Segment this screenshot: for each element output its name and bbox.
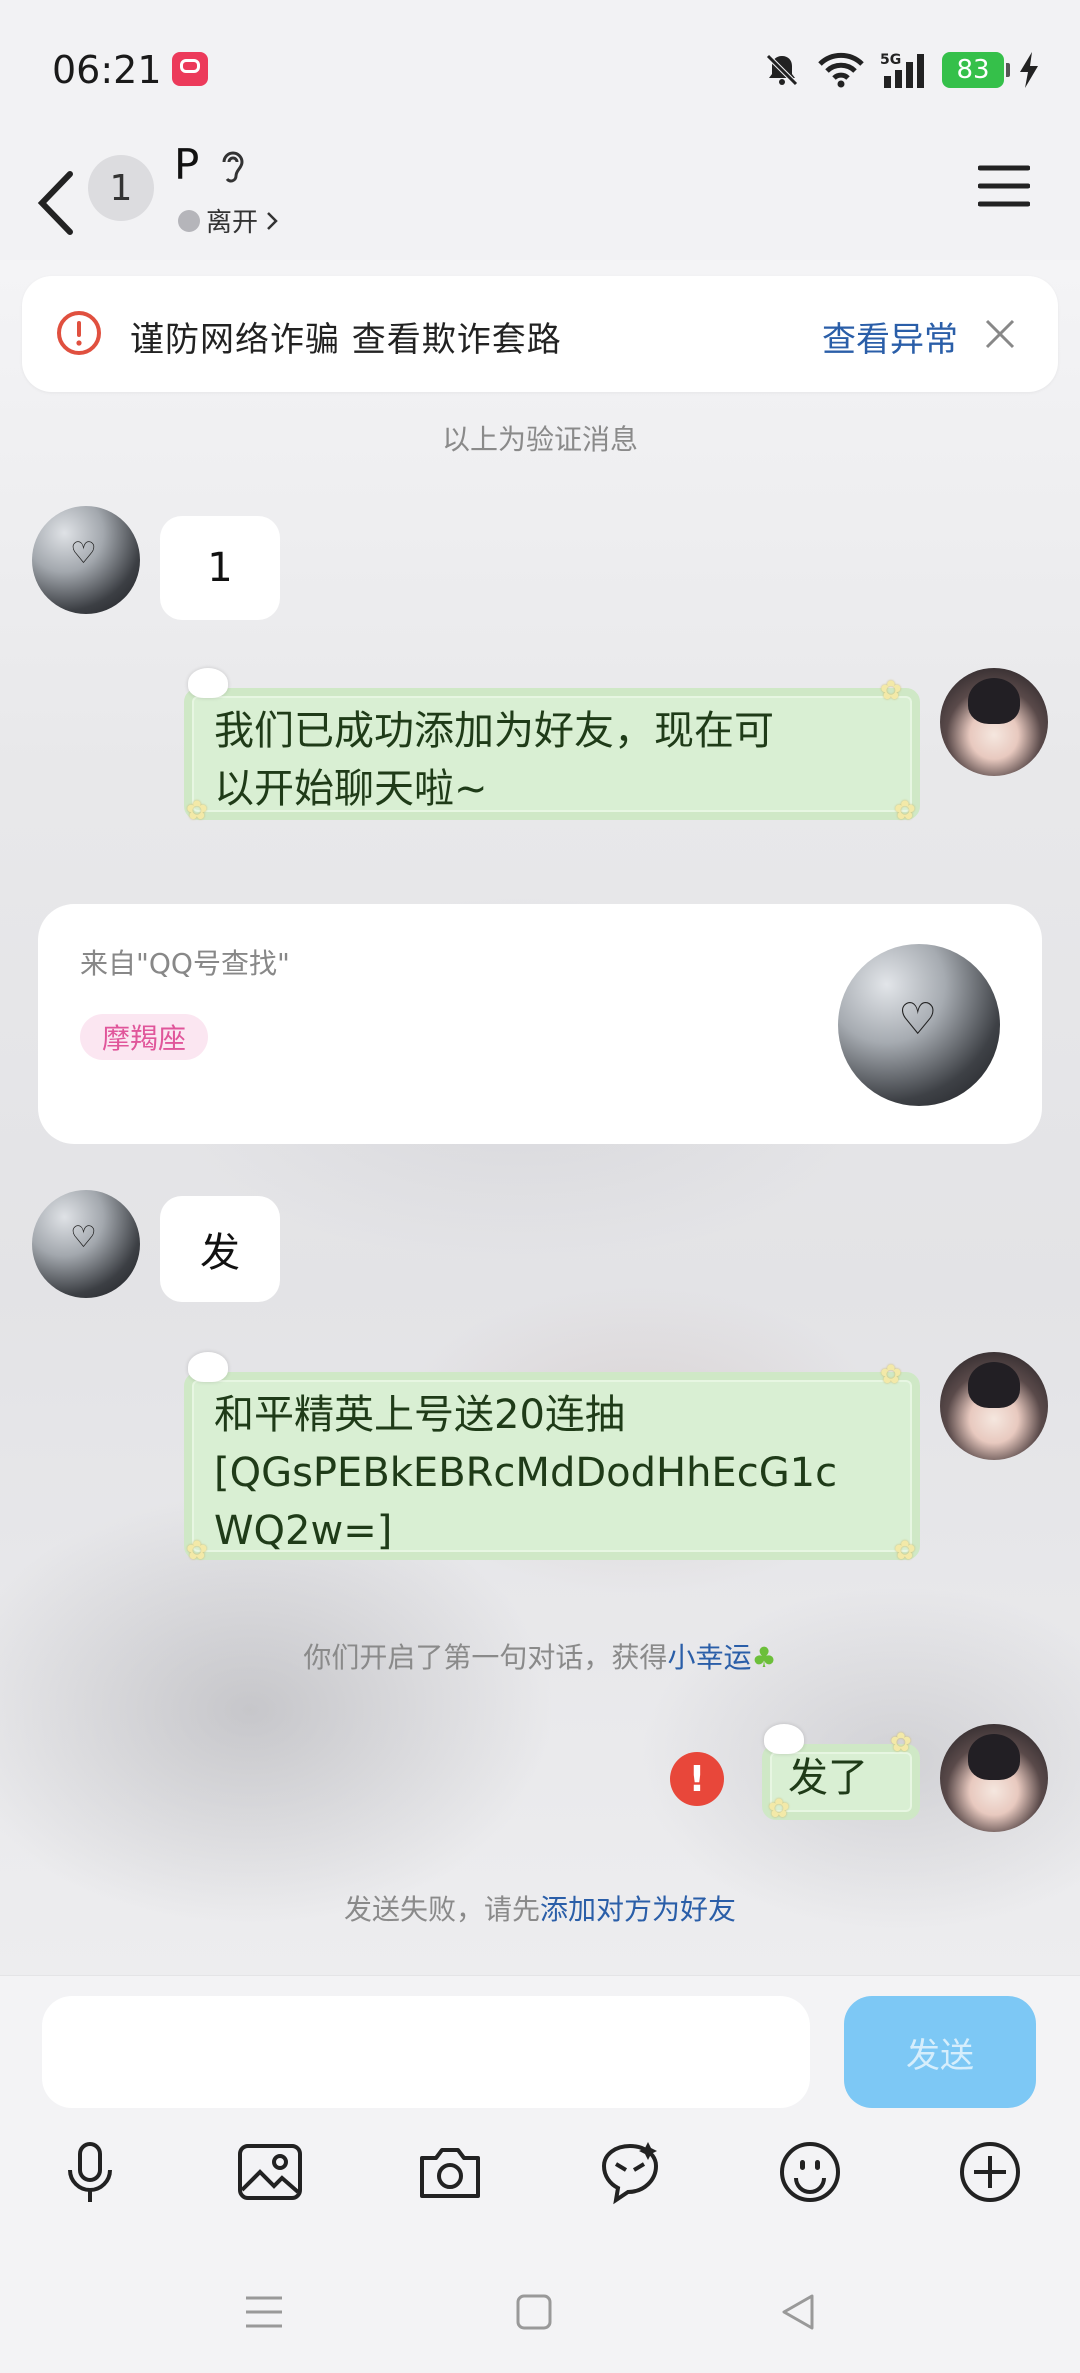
profile-card[interactable]: 来自"QQ号查找" 摩羯座 bbox=[38, 904, 1042, 1144]
first-chat-note: 你们开启了第一句对话，获得小幸运♣ bbox=[0, 1636, 1080, 1676]
verification-note: 以上为验证消息 bbox=[441, 423, 638, 456]
bubble-flower-decoration: ✿ bbox=[186, 796, 208, 826]
bubble-cat-decoration bbox=[188, 668, 228, 698]
bubble-flower-decoration: ✿ bbox=[186, 1536, 208, 1566]
message-line: [QGsPEBkEBRcMdDodHhEcG1c bbox=[214, 1450, 838, 1496]
close-icon[interactable] bbox=[984, 318, 1016, 350]
status-icons: 5G 83 bbox=[762, 48, 1040, 92]
emoji-icon[interactable] bbox=[774, 2136, 846, 2208]
status-time: 06:21 bbox=[52, 48, 162, 92]
clock-icon bbox=[178, 209, 200, 232]
contact-avatar[interactable] bbox=[32, 1190, 140, 1298]
send-failed-text: 发送失败，请先 bbox=[343, 1893, 540, 1926]
contact-avatar[interactable] bbox=[32, 506, 140, 614]
charging-bolt-icon bbox=[1020, 52, 1038, 88]
cellular-signal-icon: 5G bbox=[880, 52, 924, 88]
network-type-label: 5G bbox=[880, 52, 901, 68]
microphone-icon[interactable] bbox=[54, 2136, 126, 2208]
message-line: WQ2w=] bbox=[214, 1508, 393, 1554]
mute-bell-icon bbox=[766, 54, 798, 86]
message-bubble-outgoing[interactable]: 我们已成功添加为好友，现在可 以开始聊天啦~ bbox=[184, 688, 920, 820]
message-input[interactable] bbox=[42, 1996, 810, 2108]
battery-indicator: 83 bbox=[942, 52, 1010, 88]
message-line: 以开始聊天啦~ bbox=[214, 766, 488, 812]
bubble-flower-decoration: ✿ bbox=[890, 1728, 912, 1758]
self-avatar[interactable] bbox=[940, 668, 1048, 776]
chevron-right-icon bbox=[267, 211, 278, 230]
zodiac-tag: 摩羯座 bbox=[80, 1014, 209, 1060]
bubble-cat-decoration bbox=[764, 1724, 804, 1754]
bubble-flower-decoration: ✿ bbox=[894, 796, 916, 826]
image-icon[interactable] bbox=[234, 2136, 306, 2208]
camera-icon[interactable] bbox=[414, 2136, 486, 2208]
self-avatar[interactable] bbox=[940, 1352, 1048, 1460]
message-bubble-incoming[interactable]: 1 bbox=[160, 516, 280, 620]
message-bubble-outgoing[interactable]: 和平精英上号送20连抽 [QGsPEBkEBRcMdDodHhEcG1c WQ2… bbox=[184, 1372, 920, 1560]
bubble-flower-decoration: ✿ bbox=[894, 1536, 916, 1566]
clover-icon: ♣ bbox=[751, 1641, 777, 1674]
first-chat-text: 你们开启了第一句对话，获得 bbox=[303, 1641, 668, 1674]
nav-back-icon[interactable] bbox=[778, 2292, 818, 2332]
lucky-link[interactable]: 小幸运 bbox=[667, 1641, 751, 1674]
message-bubble-incoming[interactable]: 发 bbox=[160, 1196, 280, 1302]
contact-name[interactable]: P bbox=[174, 140, 199, 189]
warning-text: 谨防网络诈骗 查看欺诈套路 bbox=[130, 320, 562, 360]
unread-count-badge[interactable]: 1 bbox=[88, 155, 154, 221]
self-avatar[interactable] bbox=[940, 1724, 1048, 1832]
message-line: 和平精英上号送20连抽 bbox=[214, 1392, 625, 1438]
plus-icon[interactable] bbox=[954, 2136, 1026, 2208]
send-failed-note: 发送失败，请先添加对方为好友 bbox=[0, 1888, 1080, 1928]
bubble-flower-decoration: ✿ bbox=[880, 676, 902, 706]
card-avatar bbox=[838, 944, 1000, 1106]
bubble-cat-decoration bbox=[188, 1352, 228, 1382]
bubble-flower-decoration: ✿ bbox=[880, 1360, 902, 1390]
status-bar: 06:21 5G 83 bbox=[0, 0, 1080, 140]
sticker-icon[interactable] bbox=[594, 2136, 666, 2208]
menu-button[interactable] bbox=[978, 164, 1030, 208]
send-button[interactable]: 发送 bbox=[844, 1996, 1036, 2108]
presence-status[interactable]: 离开 bbox=[178, 202, 280, 239]
warning-icon bbox=[57, 311, 101, 355]
nav-home-icon[interactable] bbox=[514, 2292, 554, 2332]
app-notification-icon bbox=[172, 52, 208, 86]
presence-label: 离开 bbox=[206, 208, 259, 238]
wifi-icon bbox=[818, 52, 864, 88]
bubble-flower-decoration: ✿ bbox=[768, 1794, 790, 1824]
nav-menu-icon[interactable] bbox=[244, 2292, 284, 2332]
system-nav-bar bbox=[0, 2260, 1080, 2372]
card-source-label: 来自"QQ号查找" bbox=[80, 947, 290, 980]
send-failed-icon[interactable]: ! bbox=[670, 1752, 724, 1806]
add-friend-link[interactable]: 添加对方为好友 bbox=[540, 1893, 736, 1926]
message-line: 我们已成功添加为好友，现在可 bbox=[214, 708, 774, 754]
ear-icon[interactable] bbox=[218, 148, 248, 188]
back-button[interactable] bbox=[30, 160, 84, 246]
view-anomaly-link[interactable]: 查看异常 bbox=[822, 312, 958, 361]
fraud-warning-banner: 谨防网络诈骗 查看欺诈套路 查看异常 bbox=[22, 276, 1058, 392]
